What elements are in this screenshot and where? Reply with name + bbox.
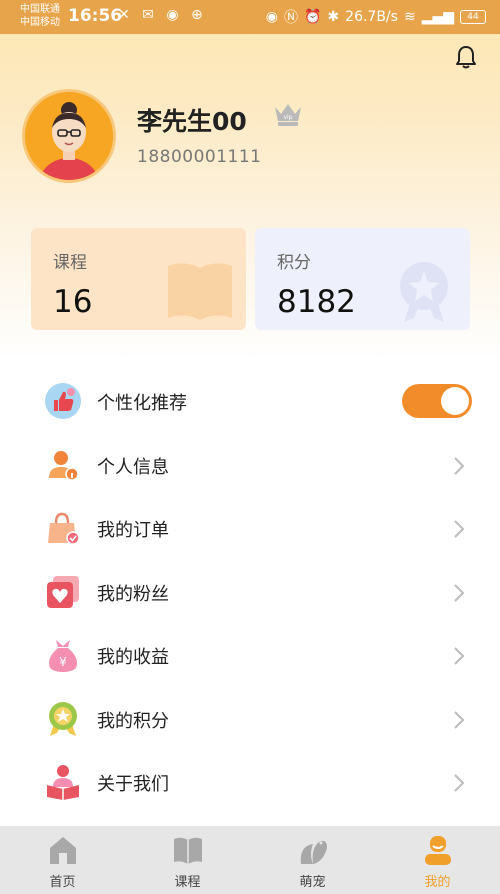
avatar-illustration [25, 92, 113, 180]
menu-label: 个性化推荐 [97, 393, 187, 414]
course-card[interactable]: 课程 16 [31, 228, 246, 330]
settings-menu: 个性化推荐 个人信息 我的订单 我的粉丝 ¥ 我的收益 我的积分 关于我们 [0, 370, 500, 815]
shopping-bag-icon [48, 512, 80, 545]
nfc-icon: Ⓝ [283, 10, 298, 26]
reading-person-icon [47, 765, 79, 800]
menu-item-orders[interactable]: 我的订单 [0, 497, 500, 561]
alarm-icon: ⏰ [303, 9, 322, 25]
course-label: 课程 [53, 253, 87, 273]
chevron-right-icon [454, 647, 465, 665]
money-bag-icon: ¥ [49, 640, 77, 672]
vip-label: vip [283, 114, 292, 121]
eye-icon: ◉ [265, 9, 278, 25]
menu-item-points[interactable]: 我的积分 [0, 688, 500, 752]
medal-icon [49, 701, 77, 736]
bluetooth-icon: ✱ [327, 9, 340, 25]
chevron-right-icon [454, 520, 465, 538]
tab-label: 萌宠 [299, 875, 326, 890]
notification-icons: ✕ ✉ ◉ ⊕ [118, 7, 207, 23]
points-card[interactable]: 积分 8182 [255, 228, 470, 330]
avatar[interactable] [22, 89, 116, 183]
menu-label: 我的收益 [97, 647, 169, 668]
book-decoration-icon [168, 263, 232, 320]
person-info-icon [49, 450, 79, 481]
chevron-right-icon [454, 583, 465, 602]
bottom-tab-bar: 首页 课程 萌宠 我的 [0, 826, 500, 894]
user-name: 李先生00 [137, 107, 247, 136]
wifi-icon: ≋ [403, 9, 416, 25]
carrier-info: 中国联通 中国移动 [20, 3, 60, 29]
status-clock: 16:56 [68, 6, 123, 26]
menu-label: 我的积分 [97, 710, 169, 732]
tab-label: 课程 [174, 875, 201, 890]
status-bar: 中国联通 中国移动 16:56 ✕ ✉ ◉ ⊕ ◉ Ⓝ ⏰ ✱ 26.7B/s … [0, 0, 500, 34]
points-label: 积分 [277, 253, 311, 273]
menu-label: 我的订单 [97, 520, 169, 541]
carrier-1: 中国联通 [20, 4, 60, 15]
course-count: 16 [53, 284, 93, 320]
menu-item-about[interactable]: 关于我们 [0, 751, 500, 815]
toggle-knob [441, 387, 469, 415]
menu-label: 关于我们 [97, 774, 169, 795]
status-right: ◉ Ⓝ ⏰ ✱ 26.7B/s ≋ ▂▄▆ 44 [266, 7, 486, 27]
medal-decoration-icon [400, 262, 448, 322]
pet-leaf-icon [300, 840, 327, 864]
chevron-right-icon [454, 456, 465, 475]
tab-mine[interactable]: 我的 [375, 826, 500, 894]
battery-icon: 44 [460, 10, 486, 24]
net-speed: 26.7B/s [345, 9, 398, 25]
menu-item-personal-info[interactable]: 个人信息 [0, 434, 500, 498]
bell-icon[interactable] [454, 44, 478, 70]
tab-home[interactable]: 首页 [0, 826, 125, 894]
tab-label: 我的 [424, 875, 451, 890]
chevron-right-icon [454, 710, 465, 729]
profile-icon [425, 836, 451, 865]
menu-item-fans[interactable]: 我的粉丝 [0, 561, 500, 625]
user-phone: 18800001111 [137, 147, 262, 167]
thumbs-up-icon [45, 383, 81, 419]
chevron-right-icon [454, 774, 465, 792]
menu-label: 个人信息 [97, 456, 169, 478]
menu-label: 我的粉丝 [97, 583, 169, 605]
book-icon [174, 837, 202, 864]
tab-pet[interactable]: 萌宠 [250, 826, 375, 894]
home-icon [50, 837, 76, 864]
tab-course[interactable]: 课程 [125, 826, 250, 894]
points-count: 8182 [277, 284, 356, 320]
vip-crown-icon: vip [275, 104, 301, 126]
menu-item-earnings[interactable]: ¥ 我的收益 [0, 624, 500, 688]
signal-icon: ▂▄▆ [421, 9, 454, 25]
carrier-2: 中国移动 [20, 17, 60, 28]
svg-text:¥: ¥ [59, 655, 67, 669]
recommend-toggle[interactable] [402, 384, 472, 418]
menu-item-recommend[interactable]: 个性化推荐 [0, 370, 500, 434]
tab-label: 首页 [49, 875, 76, 890]
heart-cards-icon [47, 575, 79, 608]
